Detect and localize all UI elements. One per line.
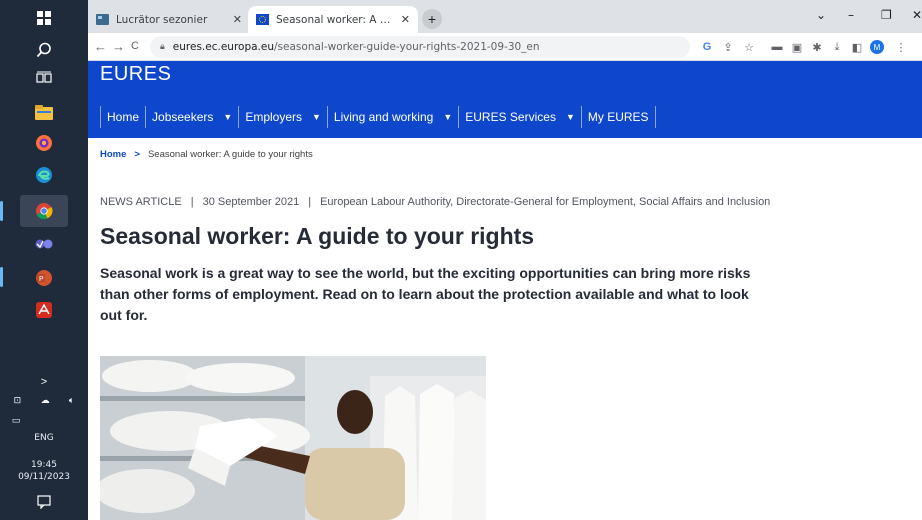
clock-date[interactable]: 09/11/2023 <box>0 472 88 482</box>
close-tab-icon[interactable]: ✕ <box>401 13 410 26</box>
chevron-down-icon: ▼ <box>443 112 453 122</box>
tab-strip: Lucrător sezonier ✕ Seasonal worker: A g… <box>88 0 922 33</box>
close-window-button[interactable]: ✕ <box>912 8 922 22</box>
article-date: 30 September 2021 <box>202 196 300 208</box>
article-authors: European Labour Authority, Directorate-G… <box>320 196 771 208</box>
back-button[interactable]: ← <box>94 39 107 54</box>
teams-icon[interactable] <box>32 232 56 256</box>
tab-seasonal-worker[interactable]: Seasonal worker: A guide to you ✕ <box>248 6 418 33</box>
nav-eures-services[interactable]: EURES Services ▼ <box>458 106 581 128</box>
powerpoint-icon[interactable]: P <box>32 266 56 290</box>
language-indicator[interactable]: ENG <box>0 433 88 443</box>
profile-avatar[interactable]: M <box>870 40 884 54</box>
cloud-icon[interactable]: ☁ <box>41 395 50 406</box>
breadcrumb-separator-icon: > <box>134 149 140 160</box>
minimize-button[interactable]: – <box>848 8 854 22</box>
download-icon[interactable]: ⤓ <box>830 40 844 54</box>
clock-time[interactable]: 19:45 <box>0 460 88 470</box>
windows-taskbar: P > ⊡ ☁ 🔈︎ ▭ ENG 19:45 09/11/2023 <box>0 0 88 520</box>
eu-flag-icon <box>256 14 269 25</box>
meta-divider: | <box>190 196 194 208</box>
nav-living-and-working[interactable]: Living and working ▼ <box>326 106 458 128</box>
chrome-icon[interactable] <box>32 199 56 223</box>
volume-icon[interactable]: 🔈︎ <box>69 395 74 406</box>
article-type: NEWS ARTICLE <box>100 196 182 208</box>
chevron-down-icon: ▼ <box>565 112 575 122</box>
tab-lucrator-sezonier[interactable]: Lucrător sezonier ✕ <box>88 6 250 33</box>
breadcrumb-current: Seasonal worker: A guide to your rights <box>147 149 313 160</box>
url-path: /seasonal-worker-guide-your-rights-2021-… <box>274 41 540 53</box>
file-explorer-icon[interactable] <box>32 100 56 124</box>
nav-my-eures[interactable]: My EURES <box>580 106 656 128</box>
meta-divider: | <box>308 196 312 208</box>
network-icon[interactable]: ⊡ <box>14 395 22 406</box>
url-host: eures.ec.europa.eu <box>172 41 275 53</box>
notifications-icon[interactable] <box>32 490 56 514</box>
firefox-icon[interactable] <box>32 131 56 155</box>
windows-start-icon[interactable] <box>32 6 56 30</box>
tab-search-dropdown-icon[interactable]: ⌄ <box>816 8 826 22</box>
site-header: EURES Home Jobseekers ▼ Employers ▼ Living… <box>88 61 922 138</box>
address-bar[interactable]: 🔒︎ eures.ec.europa.eu/seasonal-worker-gu… <box>150 36 690 58</box>
google-lens-icon[interactable]: G <box>700 40 714 54</box>
menu-kebab-icon[interactable]: ⋮ <box>894 40 908 54</box>
main-navigation: Home Jobseekers ▼ Employers ▼ Living and w… <box>100 106 656 128</box>
bookmark-star-icon[interactable]: ☆ <box>742 40 756 54</box>
breadcrumb: Home > Seasonal worker: A guide to your … <box>100 149 313 160</box>
search-icon[interactable] <box>32 38 56 62</box>
extensions-puzzle-icon[interactable]: ✱ <box>810 40 824 54</box>
hero-image <box>100 356 486 520</box>
reload-button[interactable]: C <box>131 40 139 52</box>
nav-label: EURES Services <box>465 110 556 124</box>
site-logo-text[interactable]: EURES <box>100 63 171 86</box>
extension-screen-icon[interactable]: ▬ <box>770 40 784 54</box>
nav-label: Employers <box>245 110 302 124</box>
restore-button[interactable]: ❐ <box>881 8 892 22</box>
tab-title: Lucrător sezonier <box>116 13 208 26</box>
keyboard-icon: ▭ <box>11 414 21 425</box>
task-view-icon[interactable] <box>32 66 56 90</box>
new-tab-button[interactable]: + <box>422 9 442 29</box>
tab-title: Seasonal worker: A guide to you <box>276 13 395 26</box>
svg-text:P: P <box>39 276 44 283</box>
close-tab-icon[interactable]: ✕ <box>233 13 242 26</box>
nav-label: Home <box>107 110 140 124</box>
acrobat-icon[interactable] <box>32 298 56 322</box>
page-title: Seasonal worker: A guide to your rights <box>100 223 535 249</box>
extension-translate-icon[interactable]: ▣ <box>790 40 804 54</box>
browser-window: Lucrător sezonier ✕ Seasonal worker: A g… <box>88 0 922 520</box>
nav-employers[interactable]: Employers ▼ <box>238 106 327 128</box>
browser-toolbar: ← → C 🔒︎ eures.ec.europa.eu/seasonal-wor… <box>88 33 922 61</box>
nav-label: Living and working <box>333 110 434 124</box>
web-page: EURES Home Jobseekers ▼ Employers ▼ Living… <box>88 61 922 520</box>
chevron-down-icon: ▼ <box>312 112 321 122</box>
nav-label: Jobseekers <box>152 110 214 124</box>
edge-icon[interactable] <box>32 163 56 187</box>
nav-label: My EURES <box>587 110 649 124</box>
share-icon[interactable]: ⇪ <box>721 40 735 54</box>
nav-jobseekers[interactable]: Jobseekers ▼ <box>145 106 238 128</box>
forward-button[interactable]: → <box>112 39 125 54</box>
breadcrumb-home-link[interactable]: Home <box>100 149 126 160</box>
article-lead: Seasonal work is a great way to see the … <box>100 265 751 323</box>
lock-icon[interactable]: 🔒︎ <box>160 42 165 52</box>
nav-home[interactable]: Home <box>100 106 145 128</box>
site-favicon-icon <box>96 14 109 25</box>
side-panel-icon[interactable]: ◧ <box>850 40 864 54</box>
article-meta: NEWS ARTICLE | 30 September 2021 | Europ… <box>100 196 770 208</box>
chevron-down-icon: ▼ <box>223 112 233 122</box>
